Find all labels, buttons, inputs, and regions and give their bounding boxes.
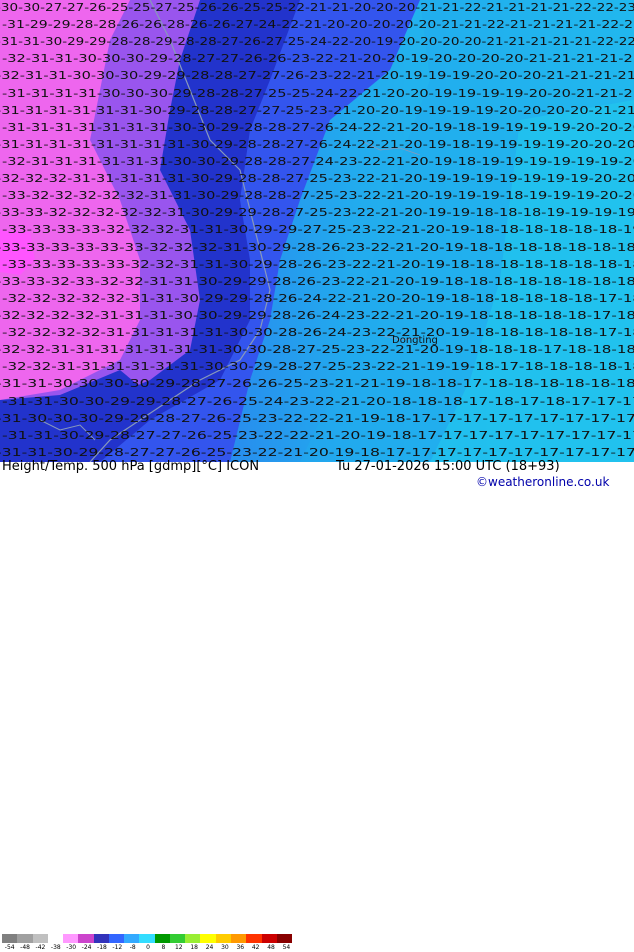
temperature-row: -31-29-29-28-28-26-26-28-26-26-27-24-22-…: [2, 18, 634, 31]
scale-swatch: [78, 934, 94, 943]
scale-swatch: [47, 934, 64, 943]
scale-swatch: [93, 934, 109, 943]
scale-swatch: [2, 934, 18, 943]
temperature-row: -31-31-30-30-30-30-29-28-27-26-26-25-23-…: [0, 377, 634, 390]
temperature-row: -33-33-32-33-32-32-31-31-30-29-29-28-26-…: [0, 275, 634, 288]
temperature-row: -32-31-31-30-30-30-29-29-28-28-27-27-26-…: [0, 69, 634, 82]
temperature-row: -31-31-30-29-28-27-27-26-25-23-22-22-21-…: [2, 429, 634, 442]
scale-swatch: [124, 934, 140, 943]
temperature-row: -31-31-31-31-31-31-31-31-30-29-28-28-27-…: [0, 138, 634, 151]
scale-swatch: [246, 934, 262, 943]
scale-tick-label: 36: [236, 944, 245, 951]
temperature-row: -31-30-30-30-29-29-28-27-26-25-23-22-22-…: [0, 412, 634, 425]
scale-tick-label: 24: [205, 944, 214, 951]
temperature-row: -33-33-33-33-33-32-32-31-31-30-29-28-26-…: [2, 258, 634, 271]
temperature-row: -32-32-31-31-31-31-31-31-30-30-29-28-27-…: [2, 360, 634, 373]
scale-tick-label: -42: [35, 944, 46, 951]
temperature-row: -31-31-30-29-29-28-28-29-28-28-27-26-27-…: [0, 35, 634, 48]
scale-tick-label: 54: [282, 944, 291, 951]
temperature-row: -32-32-31-31-31-31-31-31-31-30-30-28-27-…: [0, 343, 634, 356]
scale-swatch: [63, 934, 79, 943]
scale-swatch: [154, 934, 170, 943]
color-scale-ticks: -54 -48 -42 -38 -30 -24 -18 -12 -8 0 8 12 18 24 30 36 42…: [2, 943, 294, 952]
scale-tick-label: -48: [20, 944, 30, 951]
scale-swatch: [17, 934, 33, 943]
scale-tick-label: 48: [267, 944, 275, 951]
credit-link[interactable]: ©weatheronline.co.uk: [476, 475, 609, 489]
scale-tick-label: 42: [251, 944, 260, 951]
temperature-row: -32-31-31-31-31-31-31-30-30-29-28-28-27-…: [2, 155, 634, 168]
scale-swatch: [200, 934, 216, 943]
temperature-row: -33-33-33-33-32-32-32-31-31-30-29-29-27-…: [2, 223, 634, 236]
temperature-row: -32-31-31-30-30-30-29-28-27-27-26-26-23-…: [2, 52, 634, 65]
scale-swatch: [169, 934, 186, 943]
scale-tick-label: -18: [97, 944, 107, 951]
scale-swatch: [261, 934, 277, 943]
scale-tick-label: 18: [190, 944, 198, 951]
temperature-row: -31-31-31-31-31-31-30-29-28-28-27-27-25-…: [0, 104, 634, 117]
temperature-row: -32-32-32-32-31-31-31-31-31-30-30-28-26-…: [2, 326, 634, 339]
scale-swatch: [139, 934, 155, 943]
scale-tick-label: -24: [81, 944, 92, 951]
scale-swatch: [215, 934, 231, 943]
map-title: Height/Temp. 500 hPa [gdmp][°C] ICON: [2, 459, 260, 474]
color-scale-bar: [2, 934, 293, 943]
scale-tick-label: -8: [129, 944, 136, 951]
map-datetime: Tu 27-01-2026 15:00 UTC (18+93): [336, 459, 560, 474]
scale-tick-label: -38: [50, 944, 61, 951]
temperature-row: -31-31-31-31-30-30-30-29-28-28-27-25-25-…: [2, 87, 634, 100]
scale-tick-label: 8: [161, 944, 166, 951]
scale-swatch: [185, 934, 201, 943]
footer-bar: Height/Temp. 500 hPa [gdmp][°C] ICON Tu …: [0, 459, 634, 951]
scale-tick-label: -12: [112, 944, 123, 951]
temperature-row: -33-32-32-32-32-32-31-31-30-29-28-28-27-…: [2, 189, 634, 202]
weather-map: Dongting -30-30-27-27-26-25-25-27-25-26-…: [0, 0, 634, 462]
temperature-row: -30-30-27-27-26-25-25-27-25-26-26-25-25-…: [0, 1, 634, 14]
scale-tick-label: 0: [146, 944, 150, 951]
scale-swatch: [32, 934, 48, 943]
scale-swatch: [108, 934, 125, 943]
temperature-row: -32-32-32-32-31-31-31-30-30-29-29-28-26-…: [0, 309, 634, 322]
scale-tick-label: 12: [174, 944, 183, 951]
temperature-row: -32-32-32-32-32-31-31-30-29-29-28-26-24-…: [2, 292, 634, 305]
temperature-row: -31-31-30-29-28-27-27-26-25-23-22-21-20-…: [0, 446, 634, 459]
temperature-row: -31-31-30-30-29-29-28-27-26-25-24-23-22-…: [2, 395, 634, 408]
temperature-row: -32-32-32-31-31-31-31-31-30-29-28-28-27-…: [0, 172, 634, 185]
temperature-row: -33-33-33-33-33-33-32-32-32-31-30-29-28-…: [0, 241, 634, 254]
scale-tick-label: -30: [66, 944, 77, 951]
scale-tick-label: -54: [4, 944, 15, 951]
temperature-row: -31-31-31-31-31-31-31-30-30-29-28-28-27-…: [2, 121, 634, 134]
scale-swatch: [276, 934, 293, 943]
scale-tick-label: 30: [221, 944, 229, 951]
temperature-row: -33-33-32-32-32-32-32-31-30-29-29-28-27-…: [0, 206, 634, 219]
scale-swatch: [230, 934, 247, 943]
